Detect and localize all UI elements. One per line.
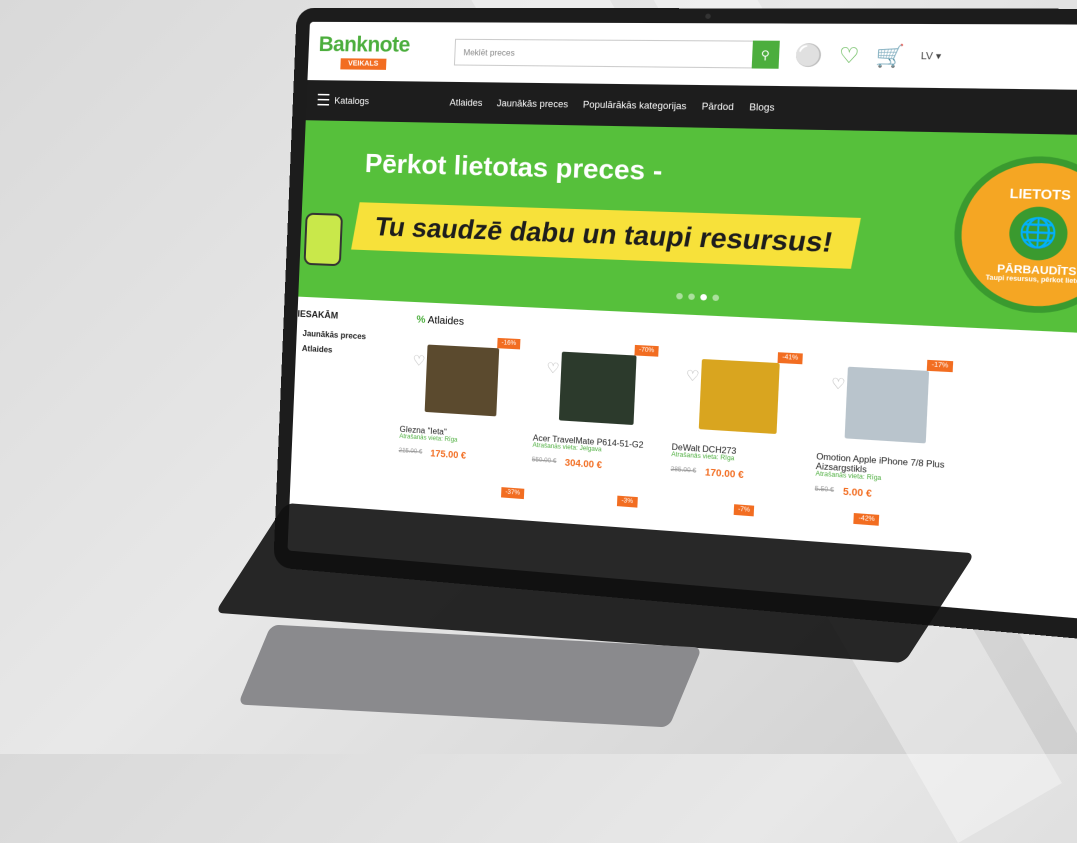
- catalog-link[interactable]: Katalogs: [334, 96, 369, 107]
- nav-item[interactable]: Atlaides: [449, 97, 482, 108]
- product-card[interactable]: -16% ♡ Glezna "Ieta" Atrašanās vieta: Rī…: [398, 333, 525, 474]
- product-image[interactable]: [698, 358, 780, 435]
- heart-icon[interactable]: ♡: [546, 359, 560, 377]
- site-logo[interactable]: Banknote VEIKALS: [318, 32, 411, 70]
- language-select[interactable]: LV ▾: [921, 50, 942, 62]
- product-card[interactable]: -41% ♡ DeWalt DCH273 Atrašanās vieta: Rī…: [670, 347, 807, 494]
- search-icon: ⚲: [760, 48, 771, 62]
- camera: [705, 13, 711, 19]
- search-bar: Meklēt preces ⚲: [453, 38, 780, 69]
- discount-badge: -37%: [501, 487, 525, 500]
- sidebar-item[interactable]: Atlaides: [302, 344, 395, 358]
- globe-icon: 🌐: [1008, 205, 1069, 261]
- nav-item[interactable]: Pārdod: [702, 101, 735, 112]
- product-image[interactable]: [844, 366, 930, 444]
- search-button[interactable]: ⚲: [751, 40, 780, 69]
- badge-top-text: LIETOTS: [1009, 185, 1072, 203]
- search-input[interactable]: Meklēt preces: [453, 38, 753, 69]
- discount-badge: -70%: [634, 344, 659, 357]
- discount-badge: -42%: [853, 513, 880, 526]
- heart-icon[interactable]: ♡: [685, 367, 700, 386]
- carousel-dot[interactable]: [687, 293, 695, 301]
- heart-icon[interactable]: ♡: [831, 375, 846, 394]
- new-price: 175.00 €: [430, 448, 467, 461]
- sidebar-item[interactable]: Jaunākās preces: [302, 329, 395, 343]
- nav-item[interactable]: Populārākās kategorijas: [583, 99, 687, 111]
- logo-subtext: VEIKALS: [339, 58, 387, 70]
- verified-badge: LIETOTS 🌐 PĀRBAUDĪTS Taupi resursus, pēr…: [950, 154, 1077, 317]
- carousel-dot[interactable]: [712, 294, 719, 302]
- product-image[interactable]: [558, 351, 637, 426]
- new-price: 170.00 €: [704, 466, 744, 481]
- content-area: IESAKĀM Jaunākās preces Atlaides % Atlai…: [290, 297, 1077, 545]
- product-prices: 285.00 € 170.00 €: [670, 465, 802, 485]
- sidebar: IESAKĀM Jaunākās preces Atlaides: [290, 309, 396, 489]
- user-icon[interactable]: ⚪: [794, 41, 823, 68]
- nav-items: Atlaides Jaunākās preces Populārākās kat…: [449, 97, 774, 113]
- heart-icon[interactable]: ♡: [412, 352, 425, 370]
- new-price: 5.00 €: [842, 486, 872, 500]
- heart-icon[interactable]: ♡: [838, 42, 860, 69]
- product-image[interactable]: [424, 344, 500, 417]
- carousel-dots: [675, 292, 719, 302]
- discount-badge: -16%: [497, 337, 521, 350]
- carousel-dot-active[interactable]: [699, 293, 707, 301]
- product-list: -16% ♡ Glezna "Ieta" Atrašanās vieta: Rī…: [390, 333, 1077, 518]
- nav-item[interactable]: Blogs: [749, 102, 775, 113]
- site-header: Banknote VEIKALS Meklēt preces ⚲ ⚪ ♡ 🛒 L…: [307, 21, 1077, 91]
- nav-item[interactable]: Jaunākās preces: [497, 98, 569, 110]
- sidebar-heading: IESAKĀM: [297, 308, 339, 321]
- percent-icon: %: [416, 314, 426, 327]
- smartwatch-image: [303, 212, 344, 267]
- product-section: % Atlaides -16% ♡ Glezna "Ieta" Atrašanā…: [389, 313, 1077, 544]
- carousel-dot[interactable]: [675, 292, 683, 300]
- discount-badge: -41%: [777, 352, 803, 365]
- product-card[interactable]: -70% ♡ Acer TravelMate P614-51-G2 Atraša…: [531, 340, 663, 484]
- old-price: 215.00 €: [398, 447, 423, 456]
- logo-text: Banknote: [318, 32, 411, 57]
- product-prices: 215.00 € 175.00 €: [398, 446, 519, 465]
- banner-title: Pērkot lietotas preces -: [364, 147, 664, 187]
- old-price: 285.00 €: [670, 466, 697, 475]
- banner-slogan: Tu saudzē dabu un taupi resursus!: [351, 202, 861, 269]
- product-card[interactable]: -17% ♡ Omotion Apple iPhone 7/8 Plus Aiz…: [815, 354, 958, 504]
- menu-icon[interactable]: ☰: [316, 90, 331, 110]
- old-price: 550.00 €: [531, 457, 557, 466]
- new-price: 304.00 €: [564, 457, 603, 471]
- discount-badge: -3%: [616, 495, 638, 508]
- discount-badge: -17%: [926, 359, 954, 373]
- discount-badge: -7%: [733, 504, 755, 517]
- section-title-text: Atlaides: [427, 314, 465, 328]
- product-prices: 550.00 € 304.00 €: [532, 455, 658, 474]
- product-prices: 5.50 € 5.00 €: [815, 484, 952, 505]
- cart-icon[interactable]: 🛒: [875, 42, 905, 70]
- old-price: 5.50 €: [814, 486, 834, 495]
